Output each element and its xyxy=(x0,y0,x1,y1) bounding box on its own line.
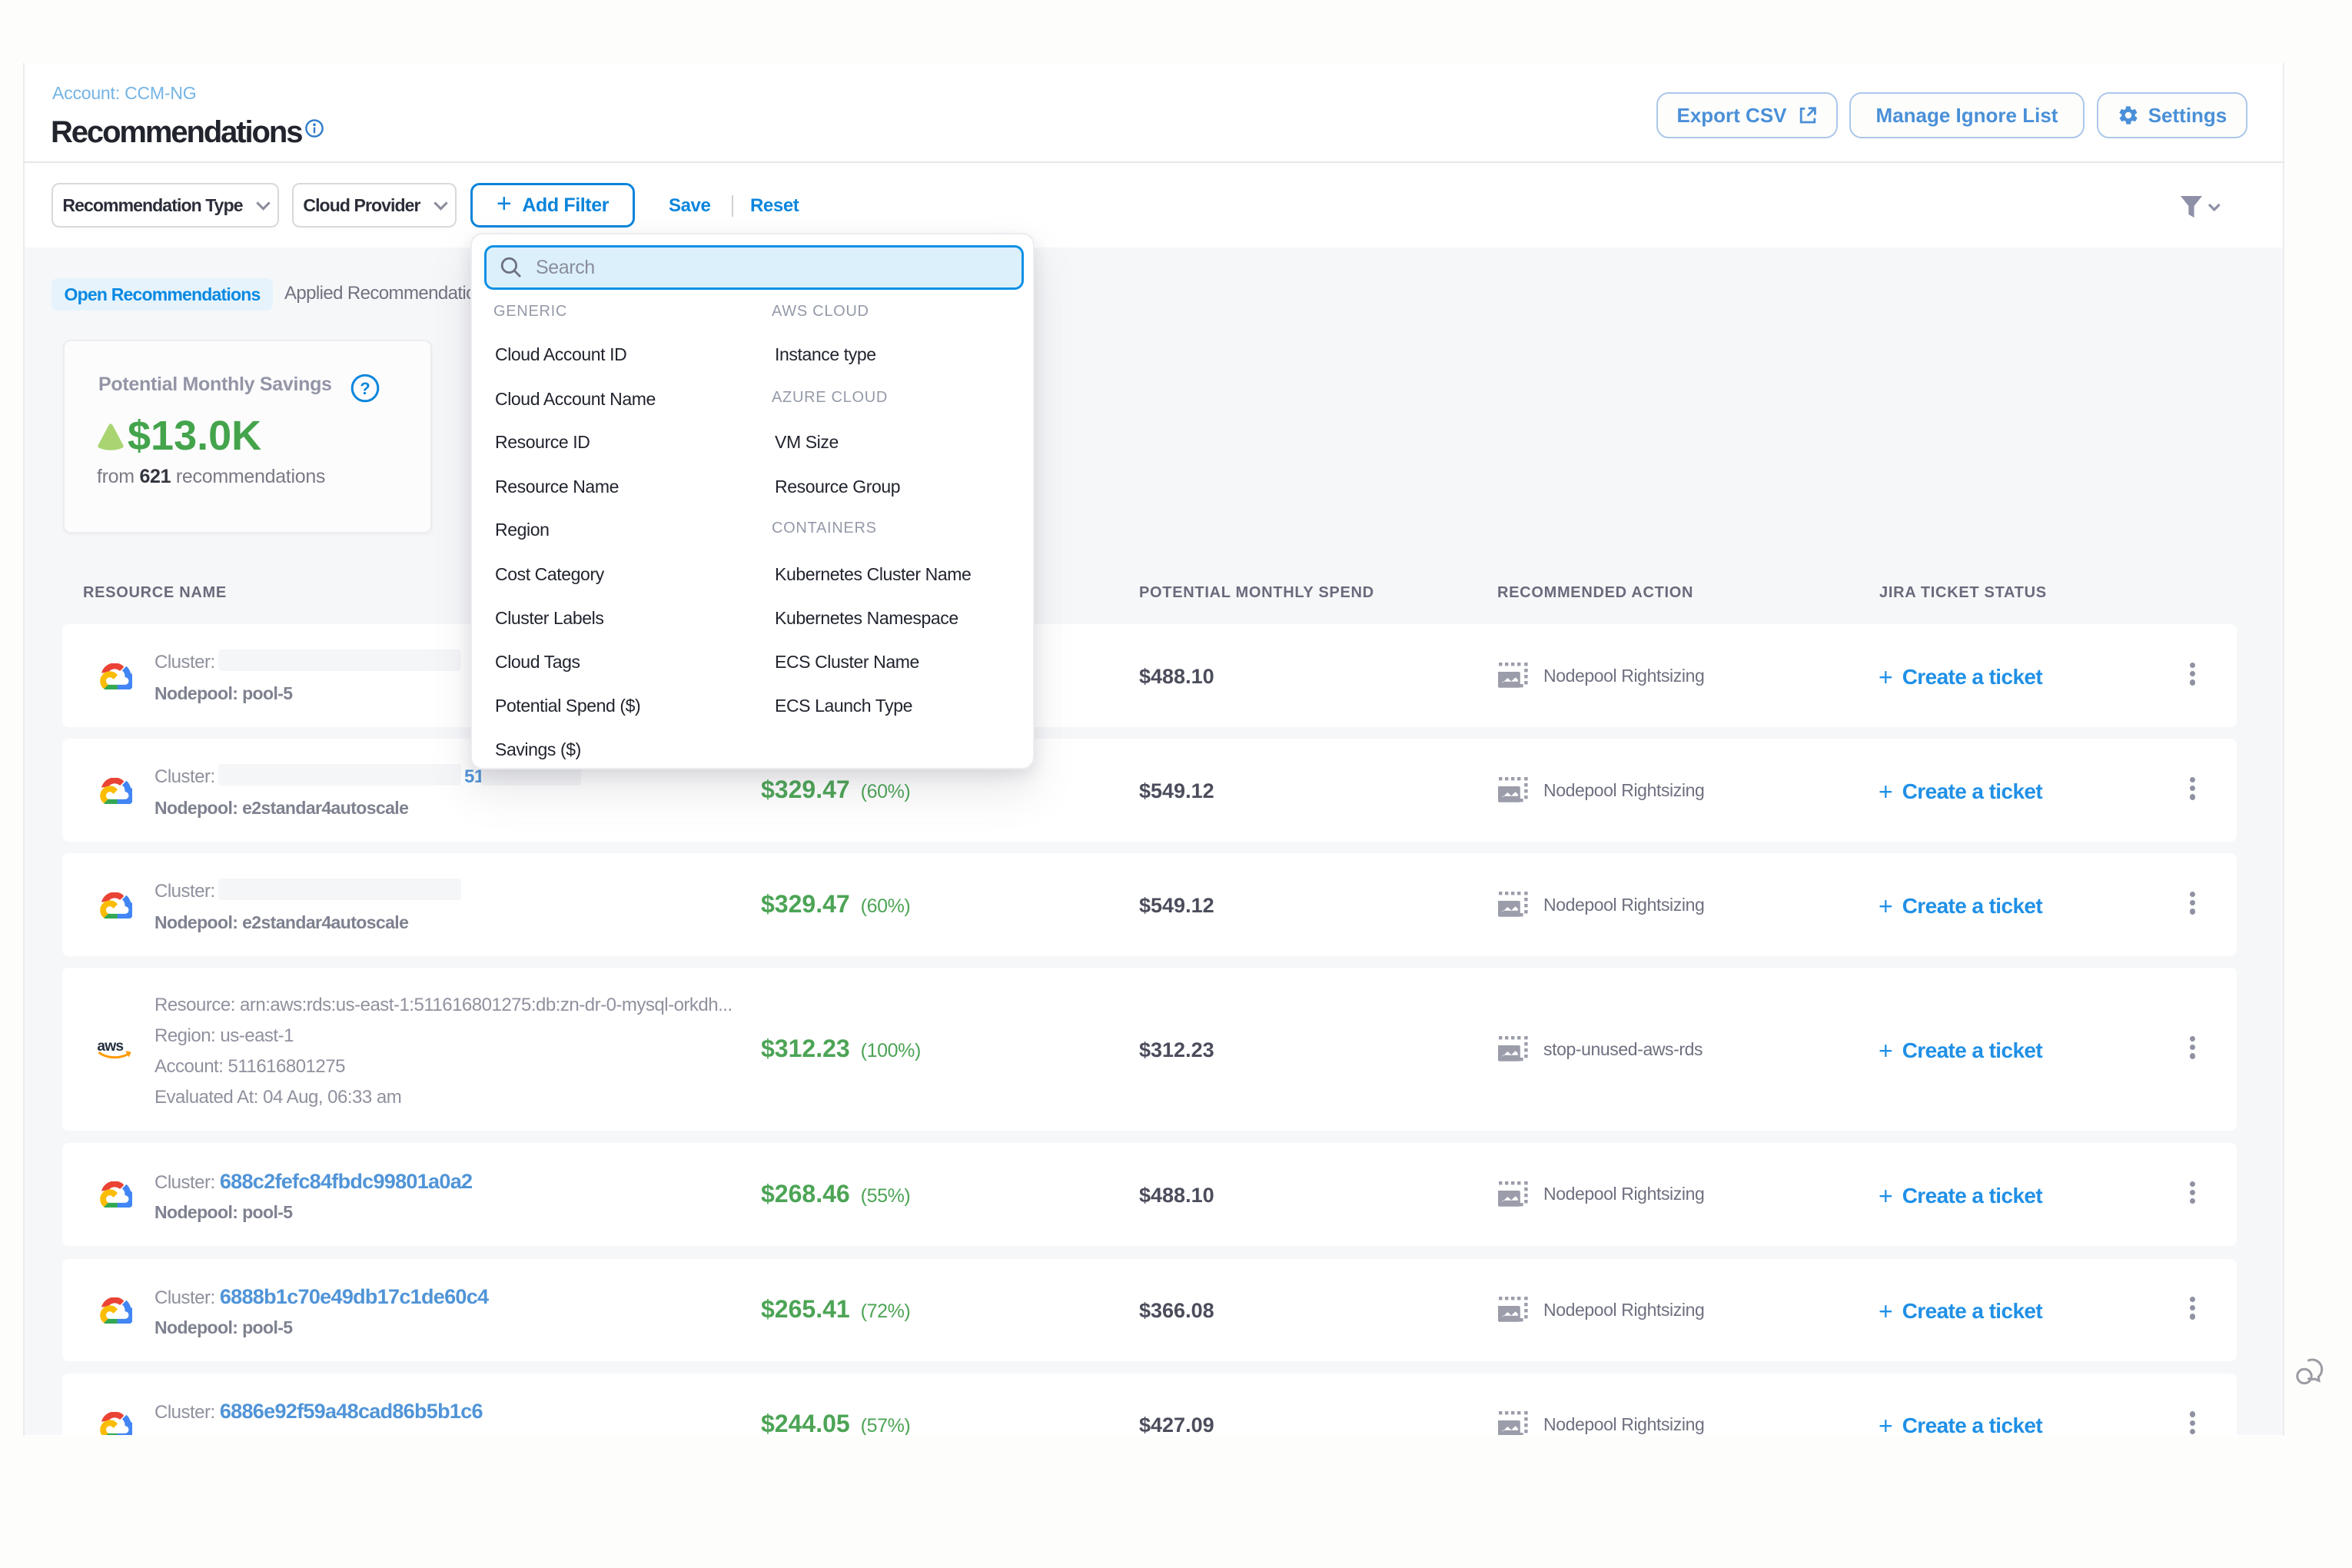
svg-text:?: ? xyxy=(360,379,370,398)
svg-text:aws: aws xyxy=(97,1038,123,1055)
